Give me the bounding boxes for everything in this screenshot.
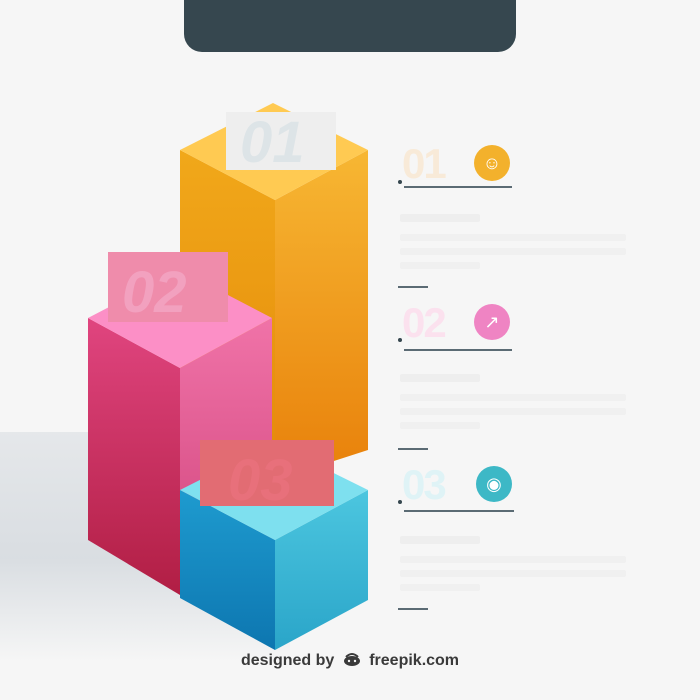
item-subtitle-placeholder-03 <box>400 536 480 544</box>
item-dot-01 <box>398 180 402 184</box>
credit-brand[interactable]: freepik.com <box>369 652 459 669</box>
item-text-placeholder-02c <box>400 422 480 429</box>
block-label-03: 03 <box>228 448 293 513</box>
item-text-placeholder-01c <box>400 262 480 269</box>
item-dot-02 <box>398 338 402 342</box>
orange-block-right-face <box>275 150 368 480</box>
block-label-01: 01 <box>240 110 305 175</box>
item-text-placeholder-01b <box>400 248 626 255</box>
block-label-02: 02 <box>122 260 187 325</box>
freepik-logo-icon <box>343 652 361 670</box>
item-text-placeholder-02b <box>400 408 626 415</box>
blue-block: 03 <box>180 440 368 650</box>
user-icon: ☺ <box>474 145 510 181</box>
item-text-placeholder-03a <box>400 556 626 563</box>
block-chart-illustration: 01 02 03 <box>88 103 368 650</box>
item-short-rule-01 <box>398 286 428 288</box>
map-pin-icon: ◉ <box>476 466 512 502</box>
item-number-01: 01 <box>402 140 447 187</box>
item-short-rule-03 <box>398 608 428 610</box>
credit-prefix: designed by <box>240 652 335 669</box>
item-text-placeholder-02a <box>400 394 626 401</box>
item-text-placeholder-01a <box>400 234 626 241</box>
item-short-rule-02 <box>398 448 428 450</box>
item-text-placeholder-03b <box>400 570 626 577</box>
item-subtitle-placeholder-02 <box>400 374 480 382</box>
item-rule-02 <box>404 349 512 351</box>
item-dot-03 <box>398 500 402 504</box>
item-number-03: 03 <box>402 461 447 508</box>
bar-chart-icon: ↗ <box>474 304 510 340</box>
item-rule-01 <box>404 186 512 188</box>
credit-line: designed by freepik.com <box>0 652 700 670</box>
item-subtitle-placeholder-01 <box>400 214 480 222</box>
item-number-02: 02 <box>402 299 447 346</box>
item-text-placeholder-03c <box>400 584 480 591</box>
item-rule-03 <box>404 510 514 512</box>
